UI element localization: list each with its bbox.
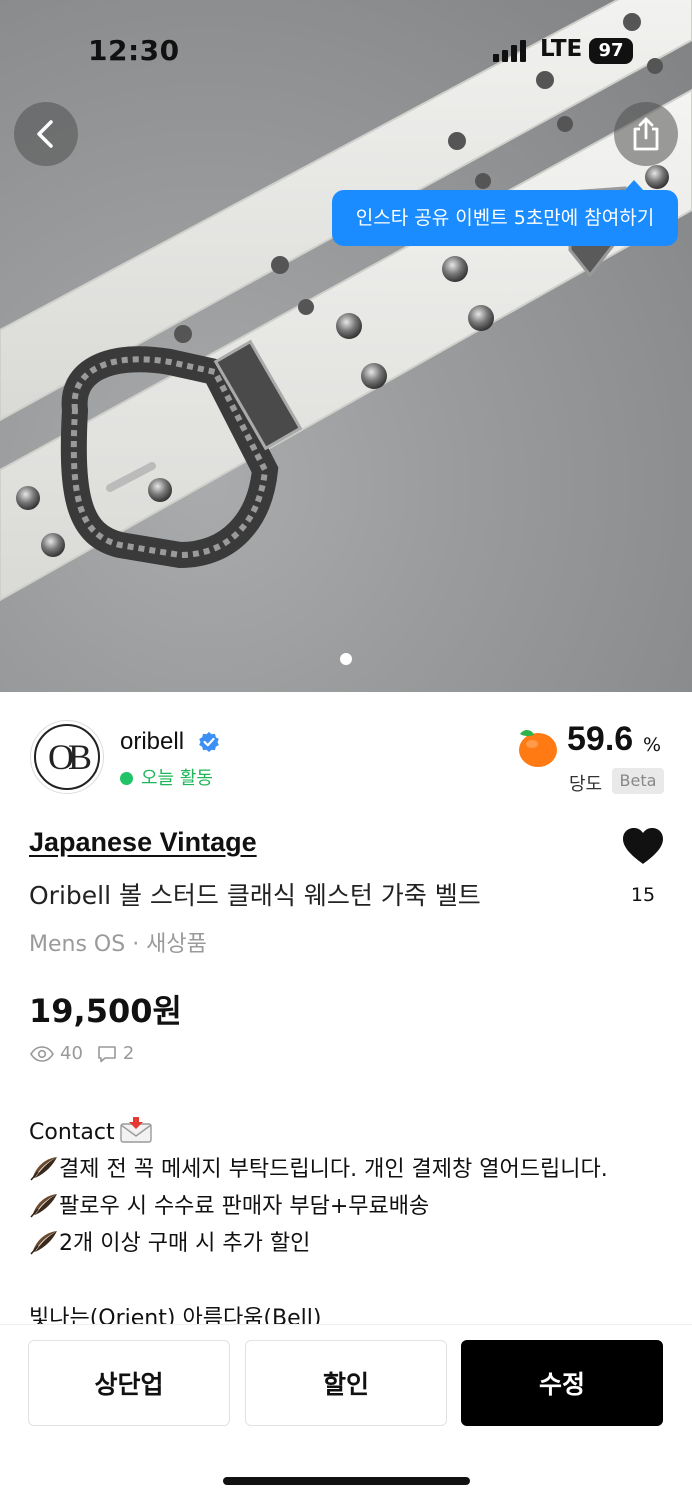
verified-badge-icon xyxy=(199,732,219,752)
bottom-action-bar: 상단업 할인 수정 xyxy=(0,1324,692,1500)
back-button[interactable] xyxy=(14,102,78,166)
carousel-dot-active xyxy=(340,653,352,665)
status-bar: 12:30 LTE 97 xyxy=(0,0,692,100)
discount-button[interactable]: 할인 xyxy=(245,1340,447,1426)
contact-line: Contact xyxy=(29,1114,669,1151)
online-dot xyxy=(120,772,133,785)
status-time: 12:30 xyxy=(88,34,180,67)
product-title: Oribell 볼 스터드 클래식 웨스턴 가죽 벨트 xyxy=(29,881,481,910)
seller-info[interactable]: OB oribell 오늘 활동 59.6 % 당도 Beta xyxy=(0,692,692,812)
chevron-left-icon xyxy=(37,120,53,148)
network-type: LTE xyxy=(540,36,583,62)
beta-badge: Beta xyxy=(612,768,664,794)
product-photo xyxy=(0,0,692,602)
peach-icon xyxy=(519,729,557,767)
product-meta: Mens OS · 새상품 xyxy=(29,932,207,957)
like-count: 15 xyxy=(630,884,656,906)
share-icon xyxy=(633,117,659,151)
share-button[interactable] xyxy=(614,102,678,166)
share-event-tooltip[interactable]: 인스타 공유 이벤트 5초만에 참여하기 xyxy=(332,180,678,246)
description-text: 2개 이상 구매 시 추가 할인 xyxy=(59,1231,311,1256)
sweetness-unit: % xyxy=(643,734,662,756)
chat-count: 2 xyxy=(122,1043,135,1064)
seller-name[interactable]: oribell xyxy=(120,728,184,756)
contact-label: Contact xyxy=(29,1120,115,1145)
home-indicator[interactable] xyxy=(223,1477,470,1485)
product-image-carousel[interactable]: 12:30 LTE 97 인스타 공유 이벤트 5초만에 참여하기 xyxy=(0,0,692,692)
chat-bubble-icon xyxy=(98,1045,116,1062)
feather-icon xyxy=(30,1194,57,1218)
product-stats: 40 2 xyxy=(30,1043,134,1064)
description-text: 결제 전 꼭 메세지 부탁드립니다. 개인 결제창 열어드립니다. xyxy=(59,1157,608,1182)
signal-icon xyxy=(493,40,526,62)
description-line: 팔로우 시 수수료 판매자 부담+무료배송 xyxy=(29,1188,669,1225)
avatar[interactable]: OB xyxy=(30,720,104,794)
description-text: 팔로우 시 수수료 판매자 부담+무료배송 xyxy=(59,1194,430,1219)
description-cutoff-line: 빛나는(Orient) 아름다움(Bell) xyxy=(29,1306,322,1324)
product-price: 19,500원 xyxy=(29,992,182,1030)
eye-icon xyxy=(30,1045,54,1062)
sweetness-label: 당도 xyxy=(569,774,603,795)
carousel-indicator xyxy=(0,650,692,669)
activity-label: 오늘 활동 xyxy=(141,768,213,789)
battery-indicator: 97 xyxy=(589,38,633,64)
description-line: 2개 이상 구매 시 추가 할인 xyxy=(29,1225,669,1262)
feather-icon xyxy=(30,1157,57,1181)
incoming-envelope-icon xyxy=(119,1117,152,1143)
description-line: 결제 전 꼭 메세지 부탁드립니다. 개인 결제창 열어드립니다. xyxy=(29,1151,669,1188)
edit-button[interactable]: 수정 xyxy=(461,1340,663,1426)
sweetness-value: 59.6 xyxy=(567,720,634,758)
brand-link[interactable]: Japanese Vintage xyxy=(29,827,257,858)
feather-icon xyxy=(30,1231,57,1255)
bump-button[interactable]: 상단업 xyxy=(28,1340,230,1426)
avatar-logo: OB xyxy=(34,724,100,790)
view-count: 40 xyxy=(60,1043,83,1064)
seller-activity-status: 오늘 활동 xyxy=(120,764,213,790)
heart-icon[interactable] xyxy=(621,826,665,866)
product-description: Contact 결제 전 꼭 메세지 부탁드립니다. 개인 결제창 열어드립니다… xyxy=(29,1114,669,1262)
